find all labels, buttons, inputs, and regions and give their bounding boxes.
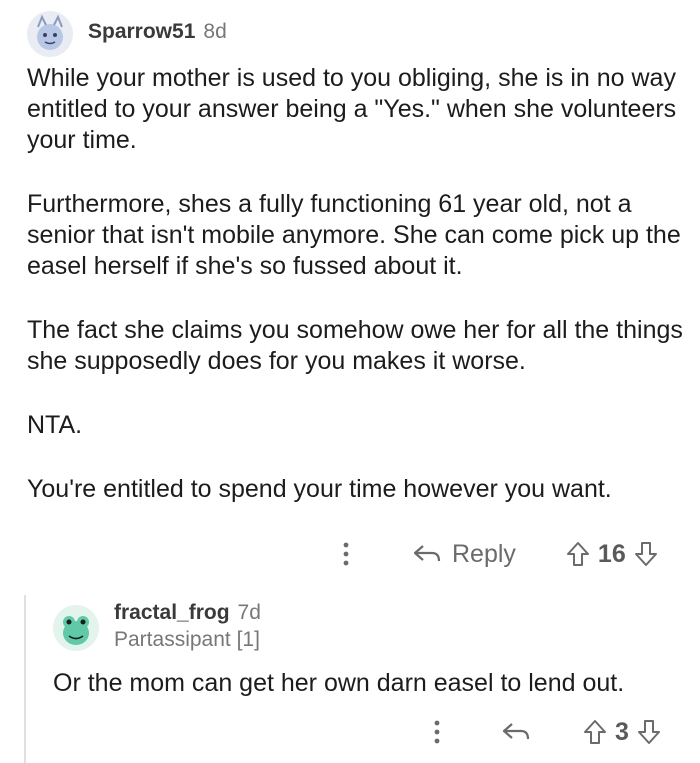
- comment-meta: Sparrow51 8d: [88, 20, 227, 44]
- reply-body: Or the mom can get her own darn easel to…: [53, 668, 683, 699]
- comment-paragraph: The fact she claims you somehow owe her …: [27, 316, 683, 375]
- reply-label: Reply: [452, 539, 516, 568]
- downvote-arrow-icon[interactable]: [634, 541, 658, 567]
- reply-button[interactable]: [501, 721, 531, 743]
- reply-paragraph: Or the mom can get her own darn easel to…: [53, 669, 625, 697]
- comment-paragraph: While your mother is used to you obligin…: [27, 64, 677, 154]
- comment-paragraph: NTA.: [27, 411, 83, 439]
- user-flair: Partassipant [1]: [114, 628, 260, 651]
- reply-button[interactable]: Reply: [412, 540, 516, 569]
- comment-actions: Reply 16: [336, 536, 658, 572]
- vote-controls: 3: [583, 718, 661, 747]
- reply-meta: fractal_frog 7d: [114, 601, 261, 625]
- vote-count: 16: [597, 539, 626, 568]
- upvote-arrow-icon[interactable]: [583, 719, 607, 745]
- reply-age: 7d: [237, 601, 261, 624]
- reply-arrow-icon: [502, 723, 530, 740]
- avatar[interactable]: [53, 605, 99, 651]
- vote-count: 3: [615, 717, 629, 746]
- more-options-button[interactable]: [336, 542, 356, 566]
- thread-line[interactable]: [24, 595, 26, 763]
- comment-paragraph: You're entitled to spend your time howev…: [27, 475, 612, 503]
- downvote-arrow-icon[interactable]: [637, 719, 661, 745]
- frog-avatar-icon: [53, 605, 99, 651]
- more-vertical-icon: [434, 720, 440, 744]
- comment-paragraph: Furthermore, shes a fully functioning 61…: [27, 190, 681, 280]
- username[interactable]: Sparrow51: [88, 20, 195, 44]
- reply-actions: 3: [427, 714, 661, 750]
- vote-controls: 16: [566, 540, 658, 569]
- user-avatar-icon: [27, 11, 73, 57]
- reply-arrow-icon: [413, 545, 441, 562]
- comment-age: 8d: [203, 20, 227, 43]
- more-options-button[interactable]: [427, 720, 447, 744]
- more-vertical-icon: [343, 542, 349, 566]
- avatar[interactable]: [27, 11, 73, 57]
- upvote-arrow-icon[interactable]: [566, 541, 590, 567]
- username[interactable]: fractal_frog: [114, 601, 230, 625]
- comment-body: While your mother is used to you obligin…: [27, 63, 687, 505]
